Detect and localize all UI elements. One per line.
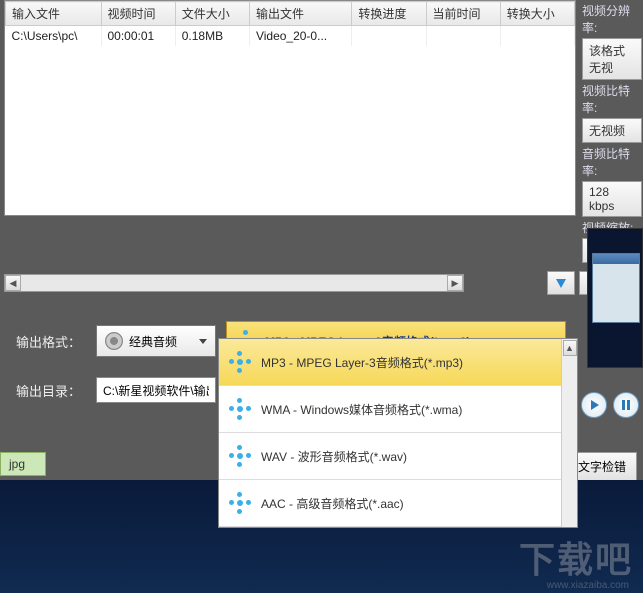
resolution-label: 视频分辨率:: [582, 2, 642, 36]
output-dir-label: 输出目录：: [16, 381, 86, 400]
col-progress[interactable]: 转换进度: [352, 2, 426, 26]
scroll-left-button[interactable]: ◀: [5, 275, 21, 291]
format-category-select[interactable]: 经典音频: [96, 325, 216, 357]
watermark-text: 下载吧: [519, 531, 633, 583]
cell-video-time: 00:00:01: [101, 26, 175, 47]
format-dots-icon: [229, 492, 251, 514]
cell-input-file: C:\Users\pc\: [6, 26, 102, 47]
music-disc-icon: [105, 332, 123, 350]
conversion-table-panel: 输入文件 视频时间 文件大小 输出文件 转换进度 当前时间 转换大小 C:\Us…: [4, 0, 576, 216]
format-option-label: AAC - 高级音频格式(*.aac): [261, 495, 404, 512]
table-row[interactable]: C:\Users\pc\ 00:00:01 0.18MB Video_20-0.…: [6, 26, 575, 47]
col-file-size[interactable]: 文件大小: [175, 2, 249, 26]
scroll-right-button[interactable]: ▶: [447, 275, 463, 291]
dropdown-scrollbar[interactable]: ▲: [561, 339, 577, 527]
playback-controls: [581, 392, 639, 418]
jpg-tab[interactable]: jpg: [0, 452, 46, 476]
format-option-wma[interactable]: WMA - Windows媒体音频格式(*.wma): [219, 386, 577, 433]
preview-window: [592, 253, 640, 323]
format-option-aac[interactable]: AAC - 高级音频格式(*.aac): [219, 480, 577, 527]
conversion-table: 输入文件 视频时间 文件大小 输出文件 转换进度 当前时间 转换大小 C:\Us…: [5, 1, 575, 46]
pause-icon: [622, 400, 630, 410]
play-button[interactable]: [581, 392, 607, 418]
format-option-wav[interactable]: WAV - 波形音频格式(*.wav): [219, 433, 577, 480]
format-option-mp3[interactable]: MP3 - MPEG Layer-3音频格式(*.mp3): [219, 339, 577, 386]
arrow-down-icon: [556, 279, 566, 288]
output-format-label: 输出格式：: [16, 332, 86, 351]
video-bitrate-select[interactable]: 无视频: [582, 118, 642, 143]
col-video-time[interactable]: 视频时间: [101, 2, 175, 26]
audio-bitrate-select[interactable]: 128 kbps: [582, 181, 642, 217]
format-dots-icon: [229, 398, 251, 420]
format-dots-icon: [229, 445, 251, 467]
format-option-label: WMA - Windows媒体音频格式(*.wma): [261, 401, 462, 418]
settings-side-panel: 视频分辨率: 该格式无视 视频比特率: 无视频 音频比特率: 128 kbps …: [582, 0, 642, 267]
format-option-label: WAV - 波形音频格式(*.wav): [261, 448, 407, 465]
video-bitrate-label: 视频比特率:: [582, 82, 642, 116]
pause-button[interactable]: [613, 392, 639, 418]
move-down-button[interactable]: [547, 271, 575, 295]
format-option-label: MP3 - MPEG Layer-3音频格式(*.mp3): [261, 354, 463, 371]
horizontal-scrollbar[interactable]: ◀ ▶: [4, 274, 464, 292]
cell-output-file: Video_20-0...: [249, 26, 351, 47]
format-dots-icon: [229, 351, 251, 373]
cell-current-time: [426, 26, 500, 47]
video-preview-panel: [587, 228, 643, 368]
play-icon: [591, 400, 599, 410]
resolution-select[interactable]: 该格式无视: [582, 38, 642, 80]
audio-bitrate-label: 音频比特率:: [582, 145, 642, 179]
col-input-file[interactable]: 输入文件: [6, 2, 102, 26]
preview-titlebar: [593, 254, 639, 264]
category-value: 经典音频: [129, 333, 177, 350]
col-current-time[interactable]: 当前时间: [426, 2, 500, 26]
output-dir-input[interactable]: [96, 377, 216, 403]
cell-file-size: 0.18MB: [175, 26, 249, 47]
cell-progress: [352, 26, 426, 47]
format-dropdown: MP3 - MPEG Layer-3音频格式(*.mp3) WMA - Wind…: [218, 338, 578, 528]
scroll-up-button[interactable]: ▲: [563, 340, 577, 356]
col-output-file[interactable]: 输出文件: [249, 2, 351, 26]
watermark-url: www.xiazaiba.com: [547, 580, 629, 591]
table-toolbar: ◀ ▶: [0, 267, 643, 299]
cell-convert-size: [500, 26, 574, 47]
col-convert-size[interactable]: 转换大小: [500, 2, 574, 26]
